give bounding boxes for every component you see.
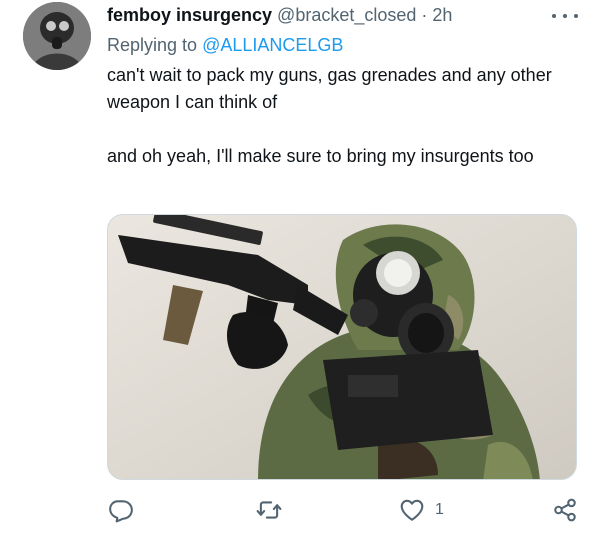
avatar[interactable] [23, 2, 91, 70]
share-button[interactable] [552, 493, 578, 527]
display-name[interactable]: femboy insurgency [107, 5, 272, 26]
avatar-image [23, 2, 91, 70]
share-icon [554, 498, 576, 522]
replying-handle-link[interactable]: @ALLIANCELGB [202, 35, 343, 55]
more-horizontal-icon[interactable] [552, 6, 578, 26]
like-count: 1 [435, 501, 444, 518]
tweet-header: femboy insurgency @bracket_closed · 2h [107, 4, 452, 26]
like-button[interactable]: 1 [399, 493, 444, 527]
retweet-icon [256, 501, 282, 519]
replying-prefix: Replying to [107, 35, 198, 55]
user-handle[interactable]: @bracket_closed [277, 5, 416, 26]
tweet-text-paragraph: and oh yeah, I'll make sure to bring my … [107, 146, 534, 166]
media-image [108, 215, 576, 479]
heart-icon [400, 499, 424, 521]
tweet-text: can't wait to pack my guns, gas grenades… [107, 62, 577, 170]
reply-button[interactable] [108, 493, 134, 527]
tweet-media[interactable] [107, 214, 577, 480]
tweet-actions: 1 [0, 493, 600, 527]
retweet-button[interactable] [256, 493, 282, 527]
replying-to: Replying to @ALLIANCELGB [107, 35, 343, 56]
separator-dot: · [421, 4, 428, 25]
reply-icon [109, 500, 133, 523]
tweet-text-paragraph: can't wait to pack my guns, gas grenades… [107, 65, 552, 112]
timestamp[interactable]: 2h [432, 5, 452, 26]
tweet[interactable]: femboy insurgency @bracket_closed · 2h R… [0, 0, 600, 539]
